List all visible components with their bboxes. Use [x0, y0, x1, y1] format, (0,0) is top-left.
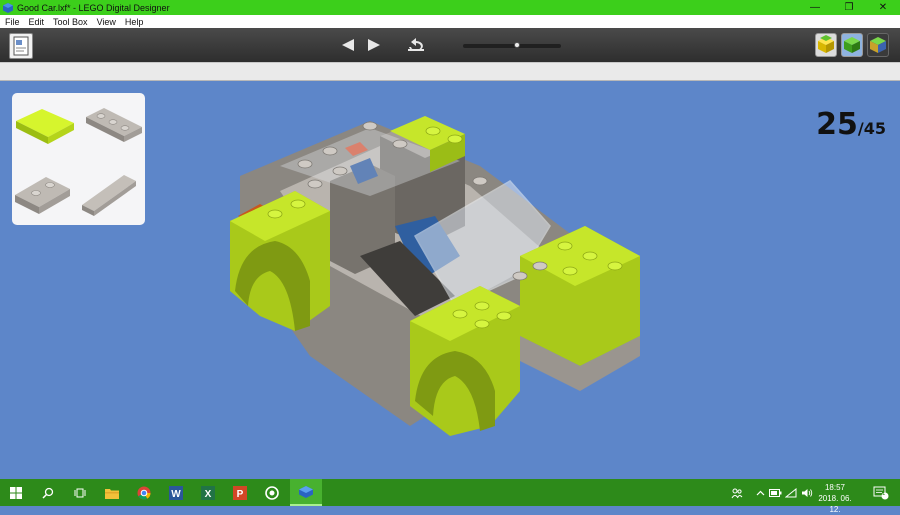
start-button[interactable] — [0, 479, 32, 506]
view-mode-icon — [844, 37, 860, 53]
toolbar — [0, 28, 900, 62]
building-instructions-icon — [13, 36, 29, 56]
excel-icon: X — [201, 485, 215, 500]
powerpoint-icon: P — [233, 485, 247, 500]
restore-button[interactable]: ❐ — [832, 0, 866, 15]
lime-plate-2x2 — [16, 109, 74, 144]
build-mode-icon — [818, 35, 834, 53]
chevron-up-icon[interactable] — [754, 479, 766, 506]
rewind-icon[interactable] — [404, 37, 428, 53]
people-icon[interactable] — [728, 479, 746, 506]
brick-mode-button[interactable] — [867, 33, 889, 57]
building-viewport[interactable]: 25/45 — [0, 81, 900, 479]
info-bar — [0, 62, 900, 81]
view-mode-button[interactable] — [841, 33, 863, 57]
action-center-button[interactable]: 1 — [870, 479, 892, 506]
menu-edit[interactable]: Edit — [29, 17, 45, 27]
menu-bar: File Edit Tool Box View Help — [0, 15, 900, 28]
lego-app-icon — [3, 2, 13, 13]
next-step-icon[interactable] — [366, 37, 382, 53]
chrome-icon — [137, 486, 151, 499]
svg-text:X: X — [205, 489, 212, 500]
menu-toolbox[interactable]: Tool Box — [53, 17, 88, 27]
word-button[interactable]: W — [160, 479, 192, 506]
file-explorer-button[interactable] — [96, 479, 128, 506]
search-icon — [42, 487, 54, 499]
menu-view[interactable]: View — [97, 17, 116, 27]
menu-help[interactable]: Help — [125, 17, 144, 27]
search-button[interactable] — [32, 479, 64, 506]
svg-text:W: W — [171, 489, 181, 500]
word-icon: W — [169, 485, 183, 500]
lego-digital-designer-icon — [299, 485, 313, 498]
wifi-icon[interactable] — [784, 479, 798, 506]
prev-step-icon[interactable] — [340, 37, 356, 53]
system-clock[interactable]: 18:57 2018. 06. 12. — [812, 482, 858, 515]
excel-button[interactable]: X — [192, 479, 224, 506]
current-step: 25 — [816, 107, 858, 142]
step-counter: 25/45 — [816, 107, 886, 142]
app-circle-icon — [265, 485, 279, 500]
gray-tile-1x4 — [82, 175, 136, 216]
chrome-button[interactable] — [128, 479, 160, 506]
clock-time: 18:57 — [824, 483, 846, 492]
svg-text:P: P — [237, 489, 244, 500]
lego-car-model[interactable] — [220, 106, 660, 446]
gray-plate-1x3 — [86, 108, 142, 142]
window-title: Good Car.lxf* - LEGO Digital Designer — [17, 2, 170, 13]
task-view-button[interactable] — [64, 479, 96, 506]
close-button[interactable]: ✕ — [866, 0, 900, 15]
taskbar: W X P 18:57 2018. 06. 12. 1 — [0, 479, 900, 514]
brick-mode-icon — [870, 37, 886, 53]
lego-digital-designer-button[interactable] — [290, 479, 322, 506]
clock-date: 2018. 06. 12. — [818, 494, 852, 514]
title-bar: Good Car.lxf* - LEGO Digital Designer — … — [0, 0, 900, 15]
task-view-icon — [74, 488, 86, 497]
step-slider-knob[interactable] — [513, 42, 520, 48]
start-icon — [10, 486, 22, 499]
notification-count: 1 — [882, 491, 886, 497]
build-mode-button[interactable] — [815, 33, 837, 57]
menu-file[interactable]: File — [5, 17, 20, 27]
notification-icon — [873, 486, 889, 499]
minimize-button[interactable]: — — [798, 0, 832, 15]
building-instructions-button[interactable] — [9, 33, 33, 59]
powerpoint-button[interactable]: P — [224, 479, 256, 506]
step-slider[interactable] — [463, 42, 561, 48]
parts-list-panel — [12, 93, 145, 225]
battery-icon[interactable] — [768, 479, 782, 506]
file-explorer-icon — [105, 488, 119, 499]
total-steps: /45 — [857, 119, 886, 138]
app-circle-button[interactable] — [256, 479, 288, 506]
gray-plate-1x2 — [15, 177, 70, 214]
